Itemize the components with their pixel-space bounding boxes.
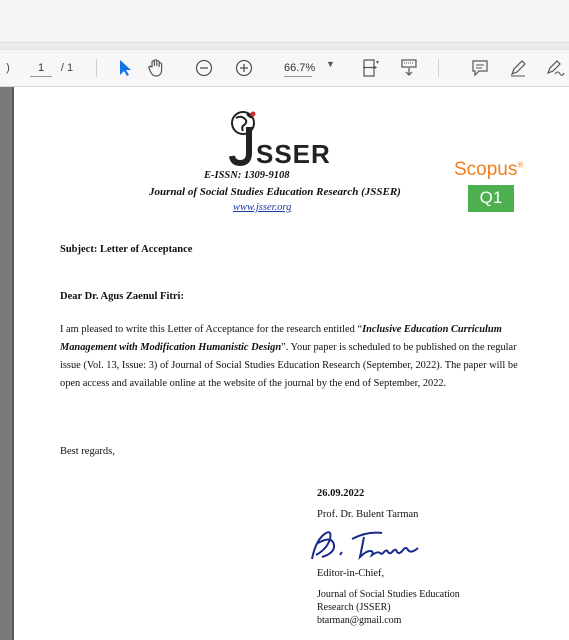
pdf-toolbar: ) 1 / 1 66.7% ▼ ▾ (0, 50, 569, 87)
letter-body: I am pleased to write this Letter of Acc… (60, 321, 520, 393)
org-line-2: Research (JSSER) (317, 602, 391, 613)
divider (438, 59, 439, 77)
fit-page-icon: ▾ (363, 59, 379, 77)
left-gutter (0, 87, 12, 640)
body-intro: I am pleased to write this Letter of Acc… (60, 324, 363, 335)
tab-bar (0, 0, 569, 43)
signer-email: btarman@gmail.com (317, 615, 402, 626)
scopus-label: Scopus® (454, 159, 524, 180)
zoom-in-button[interactable] (232, 50, 256, 86)
page-fit-button[interactable]: ▾ (358, 50, 382, 86)
cursor-arrow-icon (120, 60, 131, 76)
page-total: / 1 (60, 62, 74, 74)
hand-icon (148, 59, 163, 77)
select-tool-button[interactable] (114, 50, 136, 86)
scroll-mode-button[interactable] (396, 50, 422, 86)
journal-name: Journal of Social Studies Education Rese… (149, 186, 401, 198)
q1-label: Q1 (479, 188, 503, 207)
handwritten-signature (311, 531, 419, 561)
zoom-out-icon (195, 59, 213, 77)
signature-pen-icon (546, 60, 565, 76)
keyboard-scroll-icon (401, 59, 417, 76)
letter-date: 26.09.2022 (317, 488, 365, 499)
comment-button[interactable] (468, 50, 492, 86)
logo-wordmark: SSER (256, 139, 331, 169)
letter-subject: Subject: Letter of Acceptance (60, 244, 193, 255)
sign-button[interactable] (544, 50, 568, 86)
nav-strip (0, 43, 569, 49)
pdf-page: SSER E-ISSN: 1309-9108 Journal of Social… (12, 87, 569, 640)
zoom-level-select[interactable]: 66.7% (284, 60, 315, 77)
highlight-pen-button[interactable] (506, 50, 530, 86)
svg-text:▾: ▾ (376, 60, 379, 66)
comment-icon (472, 60, 488, 77)
signer-role: Editor-in-Chief, (317, 568, 385, 579)
zoom-chevron-down-icon[interactable]: ▼ (326, 59, 335, 69)
zoom-out-button[interactable] (192, 50, 216, 86)
letter-closing: Best regards, (60, 446, 115, 457)
q1-badge: Q1 (468, 185, 514, 212)
hand-tool-button[interactable] (144, 50, 168, 86)
zoom-in-icon (235, 59, 253, 77)
prev-page-glyph[interactable]: ) (4, 50, 12, 86)
issn: E-ISSN: 1309-9108 (204, 170, 290, 181)
letter-salutation: Dear Dr. Agus Zaenul Fitri: (60, 291, 184, 302)
page-number-input[interactable]: 1 (30, 60, 52, 77)
journal-website-link[interactable]: www.jsser.org (233, 202, 291, 213)
pencil-icon (510, 60, 526, 77)
org-line-1: Journal of Social Studies Education (317, 589, 460, 600)
signer-name: Prof. Dr. Bulent Tarman (317, 509, 419, 520)
divider (96, 59, 97, 77)
